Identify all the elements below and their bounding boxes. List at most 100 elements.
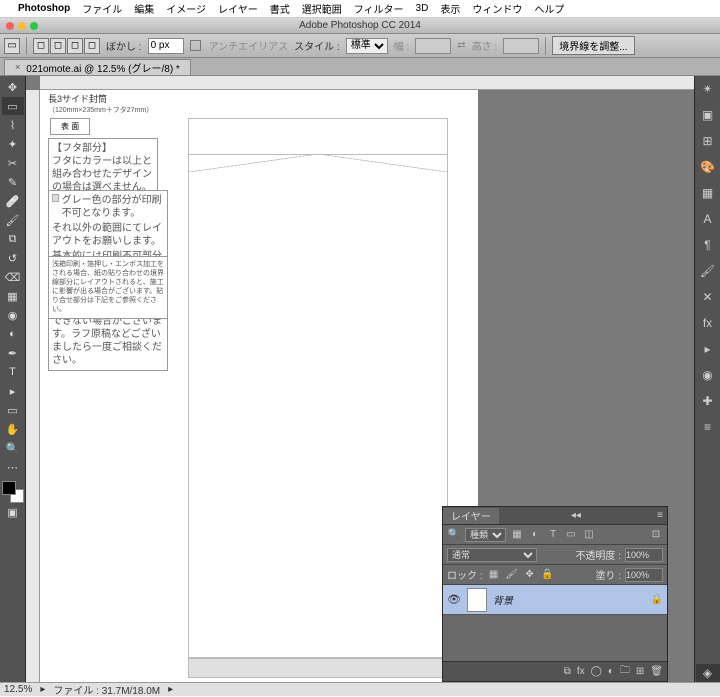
brush-panel-icon[interactable]: 🖌 [698,262,718,280]
layers-tab[interactable]: レイヤー [443,508,499,524]
width-input[interactable] [415,38,451,54]
adjustments-panel-icon[interactable]: ✕ [698,288,718,306]
visibility-icon[interactable]: 👁 [447,593,461,606]
link-layers-icon[interactable]: ⧉ [564,666,571,677]
antialias-checkbox[interactable] [190,40,201,51]
filter-toggle-icon[interactable]: ⊡ [649,528,663,542]
lock-position-icon[interactable]: ✥ [523,568,537,582]
marquee-tool-icon[interactable]: ▭ [2,97,24,115]
gradient-tool-icon[interactable]: ▦ [2,287,24,305]
height-input[interactable] [503,38,539,54]
blend-mode-select[interactable]: 通常 [447,548,537,562]
properties-panel-icon[interactable]: ⊞ [698,132,718,150]
healing-brush-tool-icon[interactable]: 🩹 [2,192,24,210]
menu-help[interactable]: ヘルプ [534,1,564,16]
panel-collapse-icon[interactable]: ◂◂ [567,510,585,521]
menu-type[interactable]: 書式 [270,1,290,16]
edit-toolbar-icon[interactable]: ⋯ [2,458,24,476]
actions-panel-icon[interactable]: ▣ [698,106,718,124]
style-select[interactable]: 標準 [346,38,388,54]
fill-input[interactable] [625,568,663,582]
zoom-level[interactable]: 12.5% [4,684,32,695]
pen-tool-icon[interactable]: ✒ [2,344,24,362]
layer-fx-icon[interactable]: fx [577,666,585,677]
app-name[interactable]: Photoshop [18,3,70,14]
close-window-icon[interactable] [6,22,14,30]
filter-pixel-icon[interactable]: ▦ [510,528,524,542]
menu-layer[interactable]: レイヤー [218,1,258,16]
ruler-horizontal[interactable] [40,76,694,90]
intersect-selection-icon[interactable]: ◻ [84,38,100,54]
move-tool-icon[interactable]: ✥ [2,78,24,96]
document-tab[interactable]: × 021omote.ai @ 12.5% (グレー/8) * [4,59,191,75]
menu-window[interactable]: ウィンドウ [472,1,522,16]
info-panel-icon[interactable]: ✚ [698,392,718,410]
add-selection-icon[interactable]: ◻ [50,38,66,54]
swatches-panel-icon[interactable]: ▦ [698,184,718,202]
filter-smart-icon[interactable]: ◫ [582,528,596,542]
paths-panel-icon[interactable]: ◉ [698,366,718,384]
menu-image[interactable]: イメージ [166,1,206,16]
subtract-selection-icon[interactable]: ◻ [67,38,83,54]
new-layer-icon[interactable]: ⊞ [636,666,644,677]
lock-icon[interactable]: 🔒 [651,594,663,605]
swap-wh-icon[interactable]: ⇄ [457,40,465,51]
panel-menu-icon[interactable]: ≡ [653,510,667,521]
ruler-vertical[interactable] [26,90,40,682]
color-panel-icon[interactable]: 🎨 [698,158,718,176]
history-panel-icon[interactable]: ✴ [698,80,718,98]
hand-tool-icon[interactable]: ✋ [2,420,24,438]
menu-filter[interactable]: フィルター [354,1,404,16]
character-panel-icon[interactable]: A [698,210,718,228]
clone-stamp-tool-icon[interactable]: ⧉ [2,230,24,248]
history-brush-tool-icon[interactable]: ↺ [2,249,24,267]
layer-mask-icon[interactable]: ◯ [591,666,602,677]
opacity-input[interactable] [625,548,663,562]
layers-dock-icon[interactable]: ◈ [696,664,720,682]
screen-mode-icon[interactable]: ▣ [2,503,24,521]
group-icon[interactable]: 🗀 [620,663,630,680]
adjustment-layer-icon[interactable]: ◐ [608,666,614,677]
layer-row[interactable]: 👁 背景 🔒 [443,585,667,615]
filter-type-icon[interactable]: T [546,528,560,542]
menu-edit[interactable]: 編集 [134,1,154,16]
type-tool-icon[interactable]: T [2,363,24,381]
path-select-tool-icon[interactable]: ▸ [2,382,24,400]
menu-select[interactable]: 選択範囲 [302,1,342,16]
lock-transparent-icon[interactable]: ▦ [487,568,501,582]
lock-pixels-icon[interactable]: 🖌 [505,568,519,582]
zoom-arrow-icon[interactable]: ▸ [40,684,45,695]
close-tab-icon[interactable]: × [15,62,20,72]
crop-tool-icon[interactable]: ✂ [2,154,24,172]
layer-name[interactable]: 背景 [493,592,513,607]
minimize-window-icon[interactable] [18,22,26,30]
quick-select-tool-icon[interactable]: ✦ [2,135,24,153]
marquee-tool-preset-icon[interactable]: ▭ [4,38,20,54]
zoom-tool-icon[interactable]: 🔍 [2,439,24,457]
lasso-tool-icon[interactable]: ⌇ [2,116,24,134]
eraser-tool-icon[interactable]: ⌫ [2,268,24,286]
filter-shape-icon[interactable]: ▭ [564,528,578,542]
channels-panel-icon[interactable]: ▸ [698,340,718,358]
menu-3d[interactable]: 3D [416,3,429,14]
doc-info[interactable]: ファイル : 31.7M/18.0M [53,682,160,697]
dodge-tool-icon[interactable]: ◐ [2,325,24,343]
navigator-panel-icon[interactable]: ≡ [698,418,718,436]
blur-tool-icon[interactable]: ◉ [2,306,24,324]
paragraph-panel-icon[interactable]: ¶ [698,236,718,254]
feather-input[interactable] [148,38,184,54]
delete-layer-icon[interactable]: 🗑 [650,666,663,677]
document-canvas[interactable]: 長3サイド封筒 （120mm×235mm＋フタ27mm） 表 面 【フタ部分】フ… [40,90,478,682]
brush-tool-icon[interactable]: 🖌 [2,211,24,229]
shape-tool-icon[interactable]: ▭ [2,401,24,419]
color-swatches[interactable] [2,481,24,503]
new-selection-icon[interactable]: ◻ [33,38,49,54]
info-arrow-icon[interactable]: ▸ [168,684,173,695]
refine-edge-button[interactable]: 境界線を調整... [552,36,634,55]
zoom-window-icon[interactable] [30,22,38,30]
layer-thumbnail[interactable] [467,588,487,612]
lock-all-icon[interactable]: 🔒 [541,568,555,582]
eyedropper-tool-icon[interactable]: ✎ [2,173,24,191]
styles-panel-icon[interactable]: fx [698,314,718,332]
filter-adjust-icon[interactable]: ◐ [528,528,542,542]
